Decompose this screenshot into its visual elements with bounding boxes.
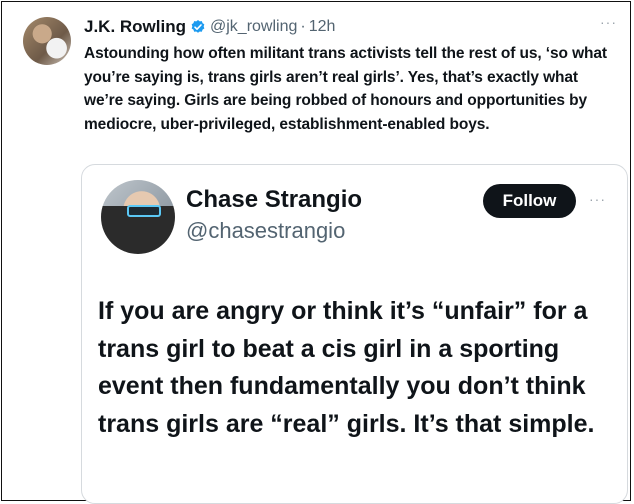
tweet-text: Astounding how often militant trans acti…: [84, 45, 607, 133]
quoted-author-handle[interactable]: @chasestrangio: [186, 218, 345, 244]
follow-button[interactable]: Follow: [483, 184, 576, 218]
separator-dot: ·: [300, 18, 306, 35]
verified-badge-icon: [191, 20, 205, 33]
author-display-name[interactable]: J.K. Rowling: [84, 17, 186, 37]
quoted-tweet-card[interactable]: Chase Strangio @chasestrangio Follow ···…: [81, 164, 628, 504]
quoted-author-avatar[interactable]: [101, 180, 175, 254]
quoted-author-display-name[interactable]: Chase Strangio: [186, 186, 362, 214]
more-horizontal-icon[interactable]: ···: [589, 191, 606, 207]
tweet-timestamp[interactable]: 12h: [309, 18, 336, 36]
tweet-header: J.K. Rowling @jk_rowling · 12h: [84, 16, 335, 38]
sunglasses-graphic: [127, 205, 161, 217]
quoted-tweet-text: If you are angry or think it’s “unfair” …: [98, 297, 595, 438]
avatar[interactable]: [23, 17, 71, 65]
author-handle[interactable]: @jk_rowling: [210, 18, 297, 36]
more-horizontal-icon[interactable]: ···: [600, 14, 617, 30]
